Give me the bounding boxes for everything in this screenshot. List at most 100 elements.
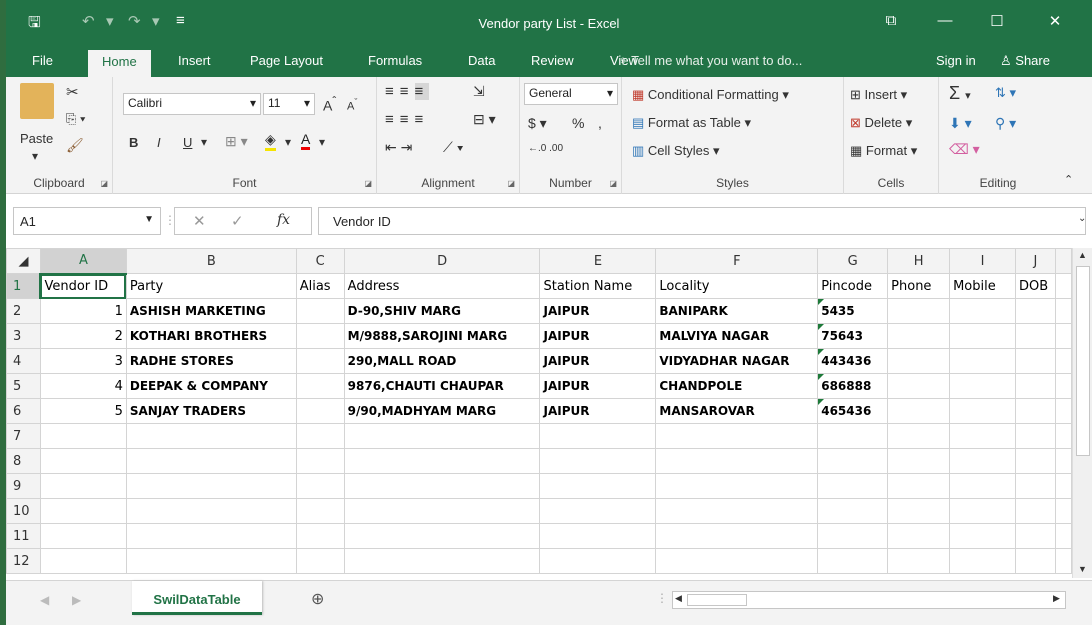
number-launcher-icon[interactable]: ◪ [609,179,617,188]
font-color-icon[interactable]: A [301,131,311,150]
cell[interactable]: 9876,CHAUTI CHAUPAR [343,373,541,399]
scroll-thumb[interactable] [1076,266,1090,456]
find-select-icon[interactable]: ⚲ ▾ [995,115,1016,132]
share-button[interactable]: ♙ Share [1000,53,1050,69]
cell[interactable] [655,473,819,499]
cell[interactable] [1054,323,1072,349]
font-launcher-icon[interactable]: ◪ [364,179,372,188]
italic-button[interactable]: I [157,135,161,150]
cell[interactable] [1014,323,1056,349]
horizontal-scrollbar[interactable]: ◀ ▶ [672,591,1066,609]
cell[interactable] [539,423,657,449]
cell[interactable]: ASHISH MARKETING [125,298,297,324]
tab-insert[interactable]: Insert [178,53,211,68]
insert-cells-button[interactable]: ⊞ Insert ▾ [850,87,907,103]
cell[interactable]: MANSAROVAR [655,398,819,424]
cell[interactable] [1054,348,1072,374]
cell[interactable] [655,548,819,574]
column-header[interactable] [1054,248,1072,274]
cell[interactable] [949,323,1016,349]
enter-icon[interactable]: ✓ [231,212,244,230]
cell[interactable] [949,473,1016,499]
formula-input[interactable]: Vendor ID [318,207,1086,235]
cell[interactable] [1014,373,1056,399]
column-header[interactable]: G [817,248,889,274]
cell[interactable] [125,548,297,574]
cell[interactable] [295,498,345,524]
column-header[interactable]: F [655,248,819,274]
cell[interactable] [1054,373,1072,399]
cell[interactable] [1054,298,1072,324]
cell[interactable] [125,473,297,499]
tab-data[interactable]: Data [468,53,495,68]
cell[interactable] [887,348,951,374]
sheet-tab-swildatatable[interactable]: SwilDataTable [132,581,262,615]
vertical-scrollbar[interactable]: ▲ ▼ [1072,248,1092,578]
cell[interactable] [887,473,951,499]
cell[interactable] [1054,523,1072,549]
cell[interactable] [655,523,819,549]
cell[interactable] [817,523,889,549]
cell[interactable] [949,548,1016,574]
cell[interactable] [1014,548,1056,574]
sort-filter-icon[interactable]: ⇅ ▾ [995,85,1016,101]
cell[interactable] [295,323,345,349]
cell[interactable]: Alias [295,273,345,299]
underline-dropdown-icon[interactable]: ▾ [201,135,207,149]
cell[interactable] [1054,423,1072,449]
horizontal-align-icons[interactable]: ≡≡≡ [385,111,429,128]
format-painter-icon[interactable]: 🖌 [66,137,84,154]
scroll-thumb[interactable] [687,594,747,606]
cell[interactable] [887,298,951,324]
tab-page-layout[interactable]: Page Layout [250,53,323,68]
column-header[interactable]: D [343,248,541,274]
cell[interactable]: 5 [39,398,127,424]
row-header[interactable]: 1 [6,273,42,299]
prev-sheet-icon[interactable]: ◀ [40,593,49,607]
cell[interactable]: BANIPARK [655,298,819,324]
cell[interactable] [39,548,127,574]
cell[interactable]: 443436 [817,348,889,374]
cell[interactable]: 2 [39,323,127,349]
cell[interactable] [343,423,541,449]
cell[interactable] [887,373,951,399]
select-all-corner[interactable]: ◢ [6,248,41,274]
cell[interactable] [887,523,951,549]
cell[interactable] [655,423,819,449]
new-sheet-button[interactable]: ⊕ [311,589,324,609]
cell[interactable]: 290,MALL ROAD [343,348,541,374]
cell[interactable]: RADHE STORES [125,348,297,374]
expand-formula-icon[interactable]: ⌄ [1078,213,1086,224]
clear-icon[interactable]: ⌫ ▾ [949,141,980,158]
cell[interactable] [295,348,345,374]
cell[interactable]: DOB [1014,273,1056,299]
cell[interactable] [295,548,345,574]
cell[interactable] [1014,348,1056,374]
cell[interactable] [125,498,297,524]
fill-icon[interactable]: ⬇ ▾ [949,115,972,132]
cell[interactable] [125,448,297,474]
cell[interactable] [887,398,951,424]
name-box[interactable]: A1 ▼ [13,207,161,235]
cell[interactable] [343,548,541,574]
cell[interactable]: 4 [39,373,127,399]
cell[interactable]: Locality [655,273,819,299]
cell[interactable] [817,548,889,574]
percent-button[interactable]: % [572,115,584,131]
cell[interactable] [817,448,889,474]
cell[interactable]: 3 [39,348,127,374]
delete-cells-button[interactable]: ⊠ Delete ▾ [850,115,912,131]
cell[interactable] [887,448,951,474]
insert-function-icon[interactable]: fx [277,212,290,228]
row-header[interactable]: 8 [6,448,41,474]
cell-styles-button[interactable]: ▥ Cell Styles ▾ [632,143,719,159]
scroll-down-icon[interactable]: ▼ [1078,564,1087,574]
indent-icons[interactable]: ⇤ ⇥ [385,139,412,156]
cell[interactable]: Station Name [539,273,657,299]
borders-icon[interactable]: ⊞ ▾ [225,133,248,150]
cell[interactable] [343,448,541,474]
merge-center-icon[interactable]: ⊟ ▾ [473,111,496,128]
cell[interactable]: M/9888,SAROJINI MARG [343,323,541,349]
column-header[interactable]: I [949,248,1016,274]
tab-review[interactable]: Review [531,53,574,68]
